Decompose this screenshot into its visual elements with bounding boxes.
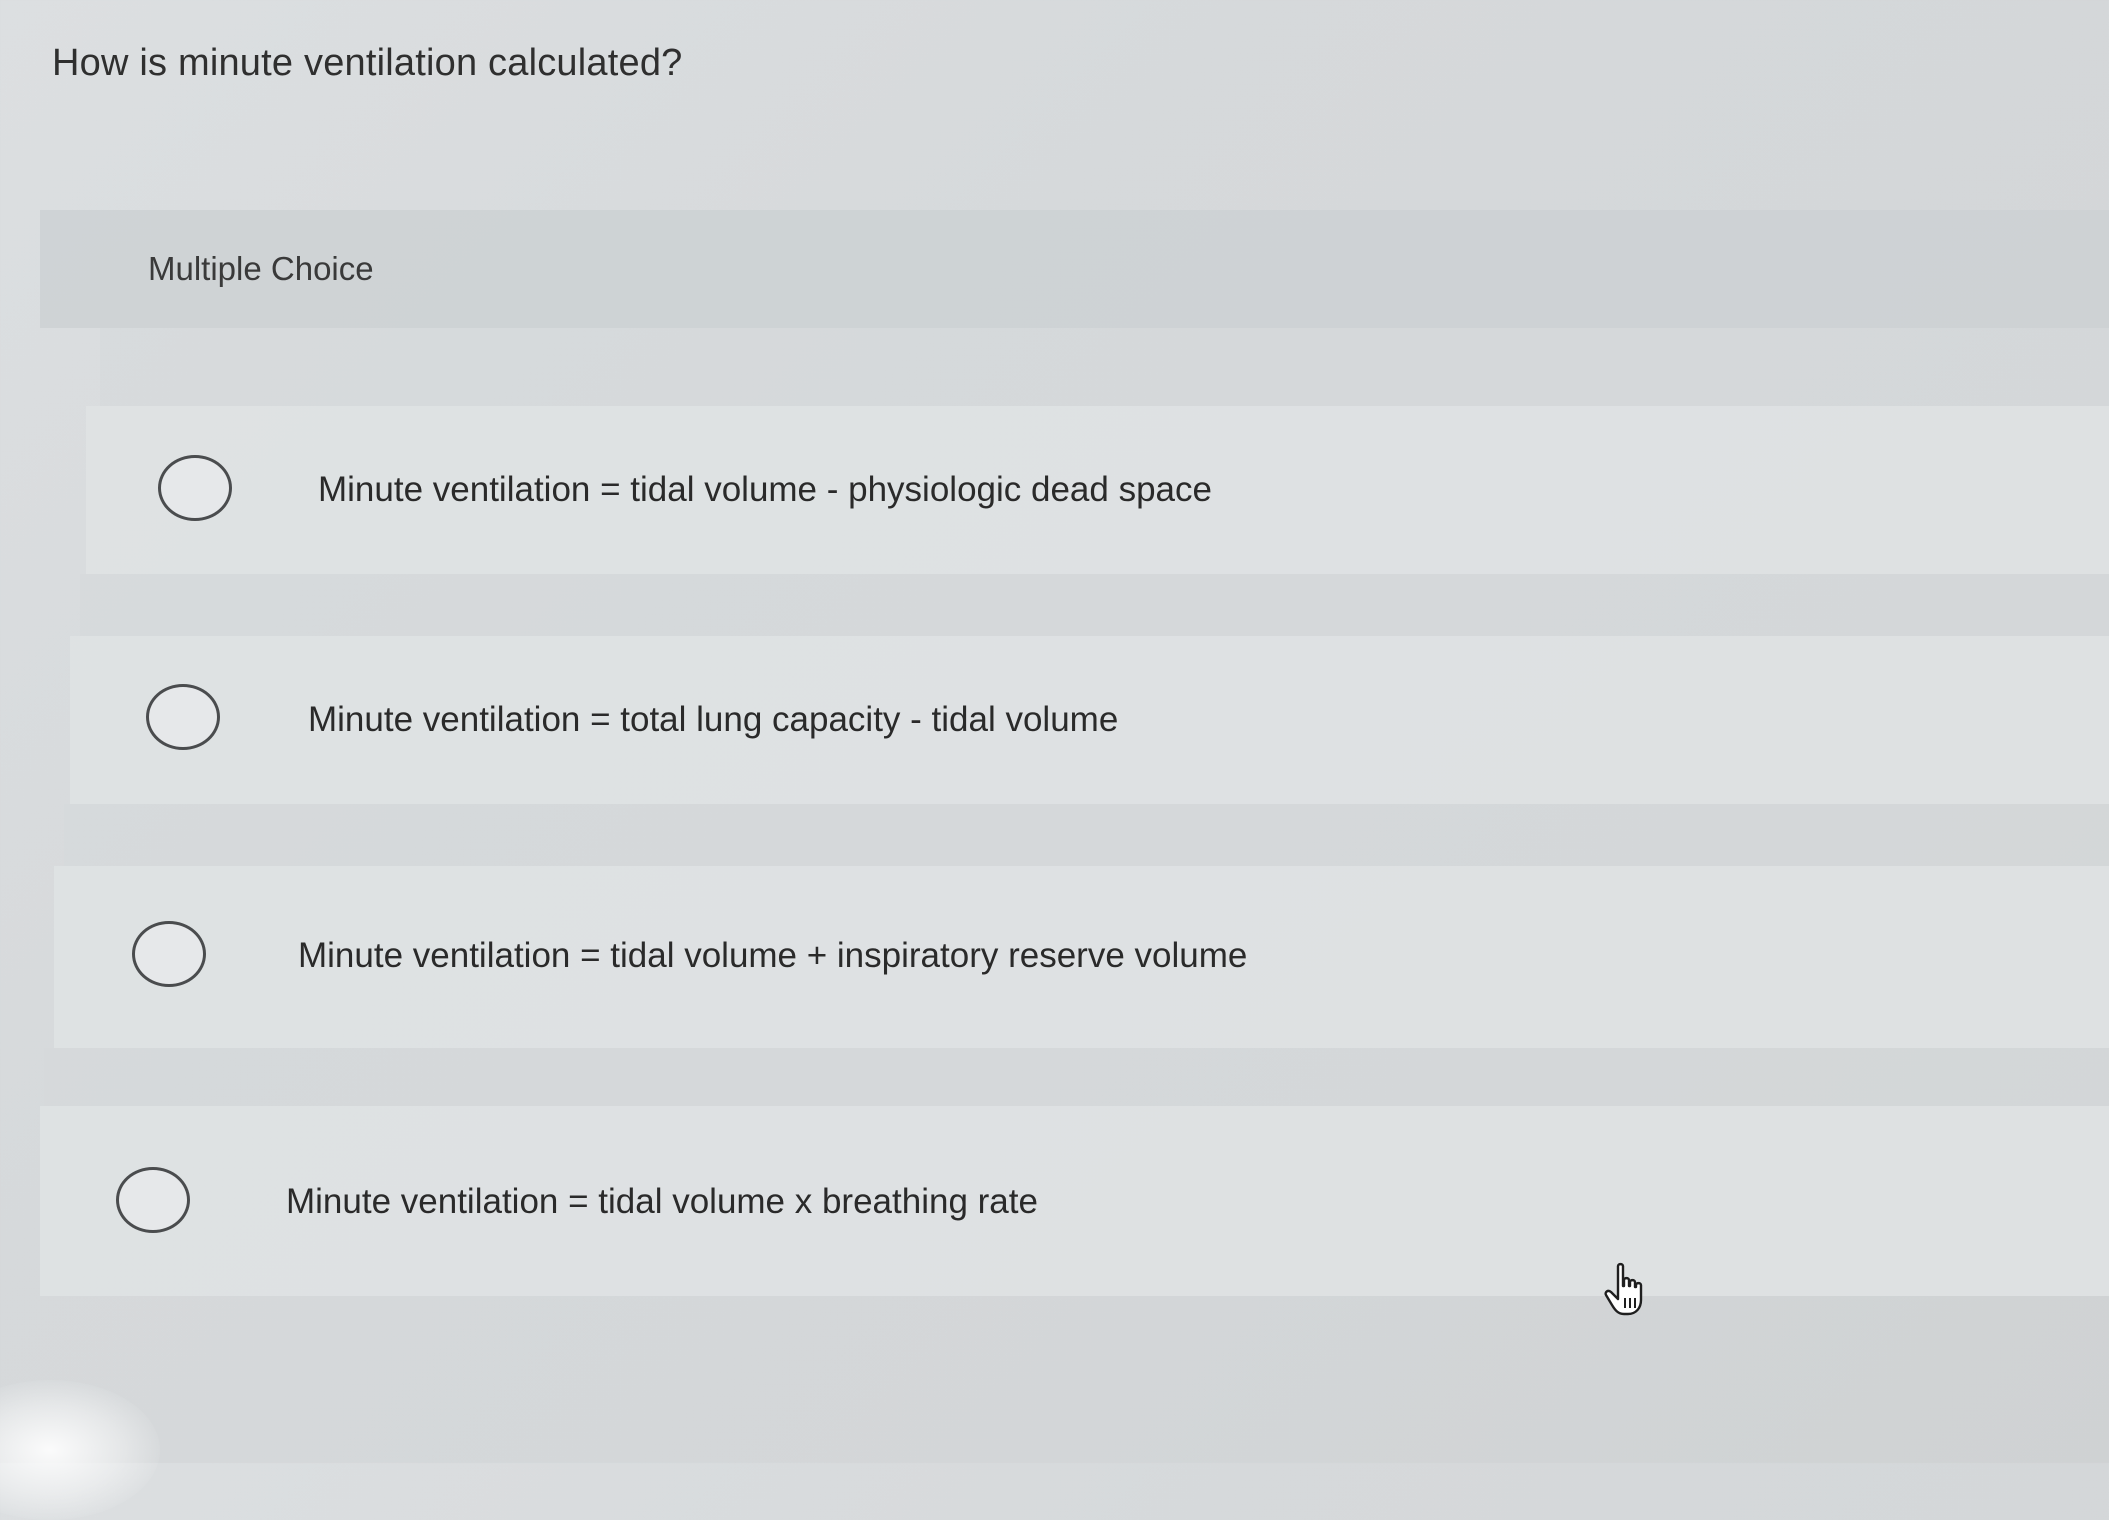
radio-button-option-2[interactable] bbox=[146, 684, 220, 750]
radio-button-option-1[interactable] bbox=[158, 455, 232, 521]
answer-option-2[interactable]: Minute ventilation = total lung capacity… bbox=[70, 636, 2109, 804]
answer-option-1[interactable]: Minute ventilation = tidal volume - phys… bbox=[86, 406, 2109, 574]
answer-option-2-label[interactable]: Minute ventilation = total lung capacity… bbox=[308, 700, 1118, 740]
answer-option-1-label[interactable]: Minute ventilation = tidal volume - phys… bbox=[318, 470, 1212, 510]
divider-band bbox=[100, 328, 2109, 406]
radio-button-option-3[interactable] bbox=[132, 921, 206, 987]
answer-option-3[interactable]: Minute ventilation = tidal volume + insp… bbox=[54, 866, 2109, 1048]
answer-list: Minute ventilation = tidal volume - phys… bbox=[0, 0, 2109, 1463]
answer-option-4-label[interactable]: Minute ventilation = tidal volume x brea… bbox=[286, 1182, 1038, 1222]
radio-button-option-4[interactable] bbox=[116, 1167, 190, 1233]
hand-pointer-icon bbox=[1604, 1262, 1643, 1316]
answer-option-3-label[interactable]: Minute ventilation = tidal volume + insp… bbox=[298, 936, 1247, 976]
answer-option-4[interactable]: Minute ventilation = tidal volume x brea… bbox=[40, 1106, 2109, 1296]
divider-band bbox=[64, 804, 2109, 866]
divider-band bbox=[44, 1048, 2109, 1106]
divider-band bbox=[80, 574, 2109, 636]
